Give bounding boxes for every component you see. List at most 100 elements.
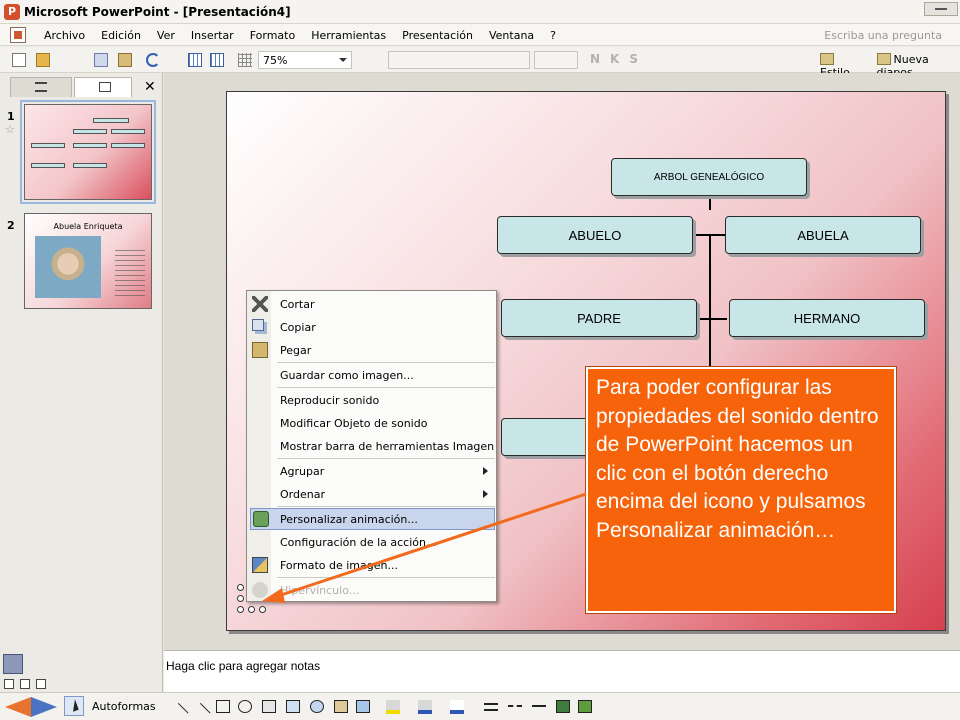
grid-icon[interactable] [238,53,252,67]
resize-handle[interactable] [237,606,244,613]
menu-list: Archivo Edición Ver Insertar Formato Her… [36,29,564,42]
ask-question-box[interactable]: Escriba una pregunta [824,29,942,42]
outline-icon [35,82,47,92]
scissors-icon [252,296,268,312]
textbox-tool-icon[interactable] [262,700,276,713]
powerpoint-app-icon[interactable]: P [4,4,20,20]
arrow-tool-icon[interactable] [191,702,211,720]
slideshow-button[interactable] [36,679,46,689]
menu-item-modificar-objeto[interactable]: Modificar Objeto de sonido [247,412,496,434]
menu-item-guardar-imagen[interactable]: Guardar como imagen... [247,364,496,386]
open-file-icon[interactable] [36,53,50,67]
resize-handle[interactable] [237,584,244,591]
menu-separator [277,577,495,578]
copy-icon [252,319,264,331]
font-name-select[interactable] [388,51,530,69]
menu-herramientas[interactable]: Herramientas [303,29,394,42]
chevron-down-icon [339,58,347,62]
paste-icon [252,342,268,358]
next-slide-icon[interactable] [31,697,57,717]
menu-archivo[interactable]: Archivo [36,29,93,42]
copy-icon[interactable] [94,53,108,67]
dash-style-icon[interactable] [508,705,522,713]
menu-item-mostrar-barra[interactable]: Mostrar barra de herramientas Imagen [247,435,496,457]
line-tool-icon[interactable] [169,702,189,720]
node-hermano[interactable]: HERMANO [729,299,925,337]
wordart-tool-icon[interactable] [286,700,300,713]
fill-color-icon[interactable] [386,700,400,714]
resize-handle[interactable] [248,606,255,613]
picture-tool-icon[interactable] [356,700,370,713]
tab-outline[interactable] [10,77,72,97]
window-title: Microsoft PowerPoint - [Presentación4] [24,5,291,19]
font-color-icon[interactable] [450,700,464,714]
menu-presentacion[interactable]: Presentación [394,29,481,42]
node-padre[interactable]: PADRE [501,299,697,337]
connector [697,318,727,320]
menu-item-copiar[interactable]: Copiar [247,316,496,338]
insert-table-icon[interactable] [210,53,224,67]
slides-pane: ✕ 1 ☆ 2 Abuela Enriqueta [0,73,163,650]
shadow-style-icon[interactable] [556,700,570,713]
close-document-button[interactable] [924,2,958,16]
menu-item-pegar[interactable]: Pegar [247,339,496,361]
normal-view-button[interactable] [4,679,14,689]
paste-icon[interactable] [118,53,132,67]
connector [709,234,711,378]
menu-ventana[interactable]: Ventana [481,29,542,42]
line-style-icon[interactable] [484,703,498,711]
sound-icon-selection[interactable] [237,584,267,614]
resize-handle[interactable] [259,606,266,613]
undo-icon[interactable] [146,53,160,67]
drawing-toolbar: Autoformas [0,692,960,720]
clipart-tool-icon[interactable] [334,700,348,713]
zoom-select[interactable]: 75% [258,51,352,69]
close-pane-icon[interactable]: ✕ [144,79,156,95]
menu-item-personalizar-animacion[interactable]: Personalizar animación... [250,508,495,530]
zoom-value: 75% [263,54,288,67]
menu-bar: Archivo Edición Ver Insertar Formato Her… [0,24,960,46]
normal-view-icon[interactable] [3,654,23,674]
slide-thumbnail-1[interactable] [20,100,156,204]
oval-tool-icon[interactable] [238,700,252,713]
3d-style-icon[interactable] [578,700,592,713]
menu-formato[interactable]: Formato [242,29,304,42]
arrow-style-icon[interactable] [532,705,546,713]
node-abuela[interactable]: ABUELA [725,216,921,254]
node-arbol-genealogico[interactable]: ARBOL GENEALÓGICO [611,158,807,196]
resize-handle[interactable] [237,595,244,602]
menu-ver[interactable]: Ver [149,29,183,42]
menu-separator [277,387,495,388]
slide2-text-lines [115,250,145,300]
new-document-icon[interactable] [12,53,26,67]
node-abuelo[interactable]: ABUELO [497,216,693,254]
menu-item-agrupar[interactable]: Agrupar [247,460,496,482]
menu-item-cortar[interactable]: Cortar [247,293,496,315]
tab-slides[interactable] [74,77,132,97]
autoformas-menu[interactable]: Autoformas [92,700,156,713]
document-icon[interactable] [10,27,26,43]
slide-sorter-button[interactable] [20,679,30,689]
font-size-select[interactable] [534,51,578,69]
menu-item-configuracion-accion[interactable]: Configuración de la acción... [247,531,496,553]
diagram-tool-icon[interactable] [310,700,324,713]
previous-slide-icon[interactable] [5,697,31,717]
select-objects-icon[interactable] [64,696,84,716]
line-color-icon[interactable] [418,700,432,714]
standard-toolbar: 75% NKS Estilo Nueva diapos [0,47,960,79]
thumb-node [93,118,129,123]
format-buttons-disabled: NKS [590,52,648,66]
notes-pane[interactable]: Haga clic para agregar notas [164,650,960,692]
rectangle-tool-icon[interactable] [216,700,230,713]
submenu-arrow-icon [483,490,488,498]
slide-thumbnail-2[interactable]: Abuela Enriqueta [24,213,152,309]
menu-item-ordenar[interactable]: Ordenar [247,483,496,505]
menu-help[interactable]: ? [542,29,564,42]
insert-chart-icon[interactable] [188,53,202,67]
context-menu: Cortar Copiar Pegar Guardar como imagen.… [246,290,497,602]
menu-item-formato-imagen[interactable]: Formato de imagen... [247,554,496,576]
menu-item-reproducir-sonido[interactable]: Reproducir sonido [247,389,496,411]
menu-edicion[interactable]: Edición [93,29,149,42]
submenu-arrow-icon [483,467,488,475]
menu-insertar[interactable]: Insertar [183,29,242,42]
